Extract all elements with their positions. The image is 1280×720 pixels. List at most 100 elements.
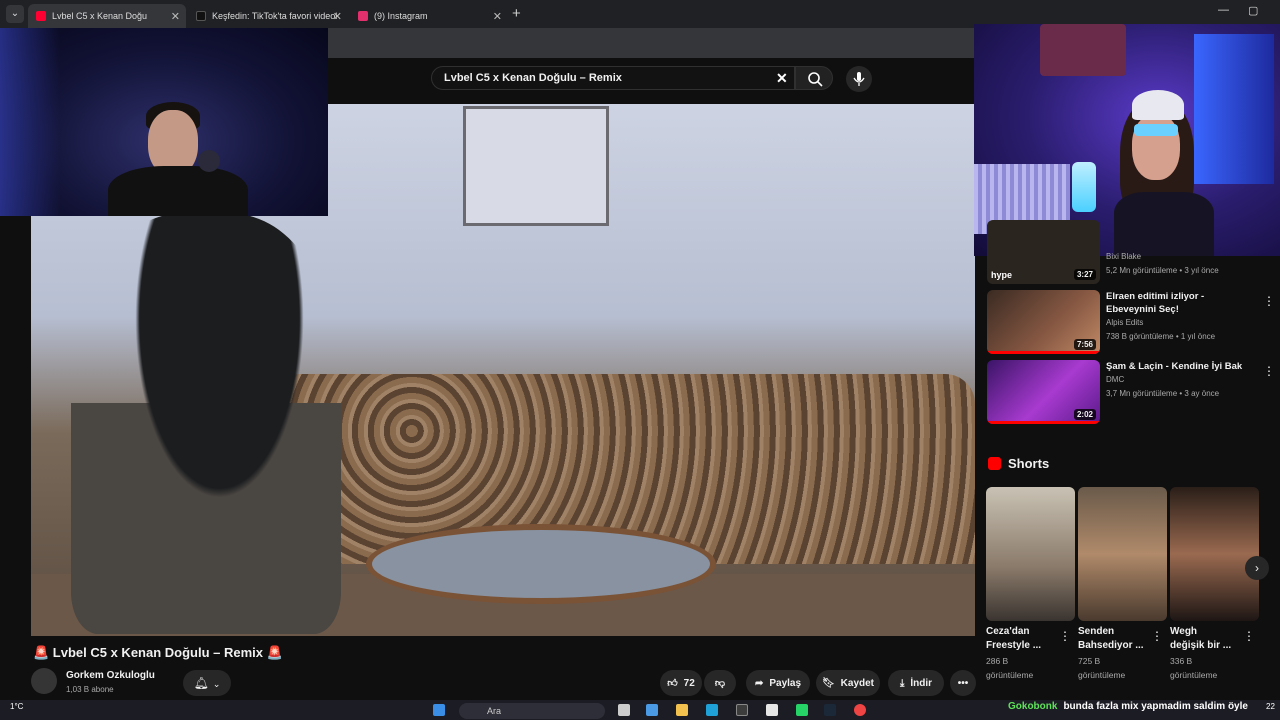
channel-name[interactable]: DMC <box>1106 373 1254 387</box>
download-button[interactable]: ⤓ İndir <box>888 670 944 696</box>
recommendation-item[interactable]: 7:56 Elraen editimi izliyor - Ebeveynini… <box>987 290 1277 356</box>
tab-label: Lvbel C5 x Kenan Doğu <box>52 11 148 21</box>
clear-search-icon[interactable]: ✕ <box>776 70 788 87</box>
file-explorer-icon[interactable] <box>676 704 688 716</box>
duration-badge: 2:02 <box>1073 409 1096 420</box>
save-button[interactable]: 🔖︎ Kaydet <box>816 670 880 696</box>
minimize-button[interactable]: — <box>1218 4 1229 16</box>
whatsapp-icon[interactable] <box>796 704 808 716</box>
shorts-next-button[interactable]: › <box>1245 556 1269 580</box>
short-views: 286 B <box>986 656 1009 666</box>
watch-progress-bar <box>987 421 1100 424</box>
edge-icon[interactable] <box>706 704 718 716</box>
short-item[interactable]: Wegh değişik bir ... 336 B görüntüleme ⋮ <box>1170 487 1259 681</box>
steam-icon[interactable] <box>824 704 836 716</box>
close-icon[interactable]: ✕ <box>493 10 502 23</box>
short-thumbnail[interactable] <box>1078 487 1167 621</box>
video-thumbnail[interactable]: hype 3:27 <box>987 220 1100 284</box>
chevron-down-icon: ⌄ <box>212 679 221 689</box>
short-title[interactable]: Senden Bahsediyor ... <box>1078 625 1150 653</box>
video-frame-table <box>366 524 716 604</box>
tab-tiktok[interactable]: Keşfedin: TikTok'ta favori videol ✕ <box>188 4 348 28</box>
dislike-button[interactable]: 👎︎ <box>704 670 736 696</box>
short-views-suffix: görüntüleme <box>986 670 1034 680</box>
bell-icon: 🔔︎ <box>193 676 209 690</box>
video-meta: 3,7 Mn görüntüleme • 3 ay önce <box>1106 389 1220 398</box>
chat-overlay: Gokobonk bunda fazla mix yapmadim saldim … <box>1008 701 1248 712</box>
webcam-microphone <box>198 150 220 172</box>
new-tab-button[interactable]: + <box>512 5 521 22</box>
video-title: 🚨 Lvbel C5 x Kenan Doğulu – Remix 🚨 <box>33 645 283 660</box>
instagram-icon <box>358 11 368 21</box>
task-view-icon[interactable] <box>618 704 630 716</box>
voice-search-button[interactable] <box>846 66 872 92</box>
channel-name[interactable]: Bixi Blake <box>1106 250 1254 264</box>
channel-name[interactable]: Gorkem Ozkuloglu <box>66 670 155 681</box>
video-frame-person <box>71 214 341 634</box>
search-query: Lvbel C5 x Kenan Doğulu – Remix <box>444 72 622 84</box>
thumbs-up-icon: 👍︎ <box>667 678 678 689</box>
close-icon[interactable]: ✕ <box>171 10 180 23</box>
store-icon[interactable] <box>766 704 778 716</box>
subscriber-count: 1,03 B abone <box>66 685 114 694</box>
recommendation-item[interactable]: 2:02 Şam & Laçin - Kendine İyi Bak DMC 3… <box>987 360 1277 426</box>
video-meta: 738 B görüntüleme • 1 yıl önce <box>1106 332 1216 341</box>
obs-icon[interactable] <box>736 704 748 716</box>
tab-youtube[interactable]: Lvbel C5 x Kenan Doğu ✕ <box>28 4 186 28</box>
search-button[interactable] <box>795 66 833 90</box>
webcam-wall-decor <box>1040 24 1126 76</box>
video-meta: 5,2 Mn görüntüleme • 3 yıl önce <box>1106 266 1219 275</box>
tab-search-button[interactable]: ⌄ <box>6 5 24 23</box>
tab-instagram[interactable]: (9) Instagram ✕ <box>350 4 508 28</box>
download-label: İndir <box>910 677 933 689</box>
weather-widget[interactable]: 1°C <box>10 702 23 711</box>
short-views: 336 B <box>1170 656 1193 666</box>
video-thumbnail[interactable]: 2:02 <box>987 360 1100 424</box>
chrome-icon[interactable] <box>854 704 866 716</box>
more-actions-button[interactable]: ••• <box>950 670 976 696</box>
widgets-icon[interactable] <box>646 704 658 716</box>
search-input[interactable]: Lvbel C5 x Kenan Doğulu – Remix ✕ <box>431 66 795 90</box>
video-title[interactable]: Şam & Laçin - Kendine İyi Bak <box>1106 360 1254 373</box>
system-clock[interactable]: 22 <box>1266 702 1275 711</box>
taskbar-search-input[interactable]: Ara <box>459 703 605 719</box>
short-thumbnail[interactable] <box>1170 487 1259 621</box>
recommendation-item[interactable]: hype 3:27 Bixi Blake 5,2 Mn görüntüleme … <box>987 220 1277 286</box>
chat-message: bunda fazla mix yapmadim saldim öyle <box>1063 701 1248 712</box>
tiktok-icon <box>196 11 206 21</box>
short-thumbnail[interactable] <box>986 487 1075 621</box>
more-options-icon[interactable]: ⋮ <box>1059 629 1071 643</box>
webcam-body <box>1114 192 1214 256</box>
short-item[interactable]: Senden Bahsediyor ... 725 B görüntüleme … <box>1078 487 1167 681</box>
tab-label: (9) Instagram <box>374 11 428 21</box>
channel-name[interactable]: Alpis Edits <box>1106 316 1254 330</box>
share-button[interactable]: ➦ Paylaş <box>746 670 810 696</box>
close-icon[interactable]: ✕ <box>333 10 342 23</box>
more-options-icon[interactable]: ⋮ <box>1263 364 1275 378</box>
short-views: 725 B <box>1078 656 1101 666</box>
microphone-icon <box>853 72 865 86</box>
more-options-icon[interactable]: ⋮ <box>1263 294 1275 308</box>
share-label: Paylaş <box>769 677 802 689</box>
webcam-headphones <box>1132 90 1184 120</box>
bookmark-icon: 🔖︎ <box>821 677 835 689</box>
short-title[interactable]: Ceza'dan Freestyle ... <box>986 625 1058 653</box>
short-title[interactable]: Wegh değişik bir ... <box>1170 625 1242 653</box>
webcam-body <box>108 166 248 216</box>
duration-badge: 7:56 <box>1073 339 1096 350</box>
video-title[interactable]: Elraen editimi izliyor - Ebeveynini Seç! <box>1106 290 1254 316</box>
windows-start-icon[interactable] <box>433 704 445 716</box>
more-options-icon[interactable]: ⋮ <box>1151 629 1163 643</box>
video-thumbnail[interactable]: 7:56 <box>987 290 1100 354</box>
chat-username: Gokobonk <box>1008 701 1058 712</box>
download-icon: ⤓ <box>899 677 905 689</box>
notification-bell-button[interactable]: 🔔︎ ⌄ <box>183 670 231 696</box>
watch-progress-bar <box>987 351 1100 354</box>
more-options-icon[interactable]: ⋮ <box>1243 629 1255 643</box>
restore-button[interactable]: ▢ <box>1248 4 1258 17</box>
avatar[interactable] <box>31 668 57 694</box>
like-button[interactable]: 👍︎ 72 <box>660 670 702 696</box>
tab-label: Keşfedin: TikTok'ta favori videol <box>212 11 338 21</box>
search-icon <box>808 72 823 87</box>
short-item[interactable]: Ceza'dan Freestyle ... 286 B görüntüleme… <box>986 487 1075 681</box>
